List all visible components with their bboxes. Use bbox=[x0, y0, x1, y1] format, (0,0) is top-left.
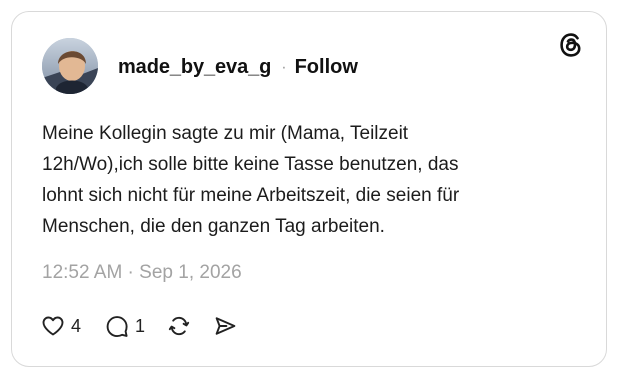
avatar[interactable] bbox=[42, 38, 98, 94]
heart-icon bbox=[41, 314, 65, 338]
post-text: Meine Kollegin sagte zu mir (Mama, Teilz… bbox=[42, 123, 460, 237]
threads-logo-icon[interactable] bbox=[558, 32, 584, 58]
post-header: made_by_eva_g · Follow bbox=[118, 56, 358, 79]
share-button[interactable] bbox=[213, 314, 237, 338]
separator-dot: · bbox=[281, 58, 287, 76]
post-timestamp[interactable]: 12:52 AM · Sep 1, 2026 bbox=[42, 262, 242, 284]
username[interactable]: made_by_eva_g bbox=[118, 56, 271, 79]
reply-count: 1 bbox=[135, 315, 146, 336]
threads-post-card: made_by_eva_g · Follow Meine Kollegin sa… bbox=[11, 11, 607, 367]
follow-button[interactable]: Follow bbox=[295, 56, 358, 79]
reply-button[interactable]: 1 bbox=[105, 314, 145, 338]
repost-icon bbox=[167, 314, 191, 338]
like-button[interactable]: 4 bbox=[41, 314, 81, 338]
like-count: 4 bbox=[71, 315, 82, 336]
speech-bubble-icon bbox=[105, 314, 129, 338]
repost-button[interactable] bbox=[167, 314, 191, 338]
action-bar: 4 1 bbox=[41, 314, 237, 338]
send-icon bbox=[213, 314, 237, 338]
